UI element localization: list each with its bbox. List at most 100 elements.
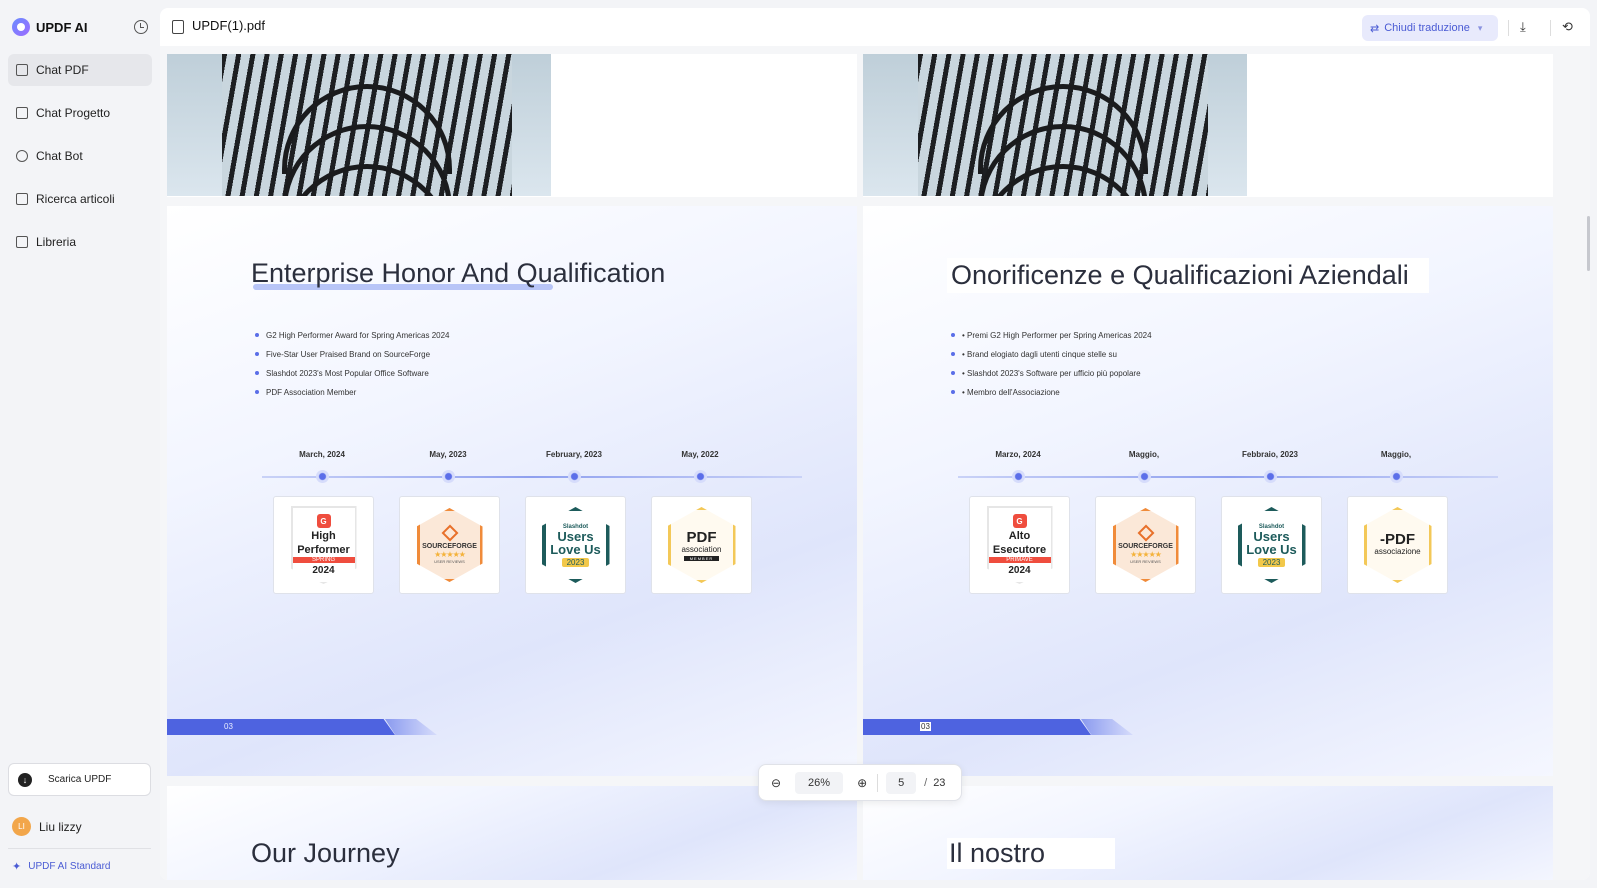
badge-text: Users <box>1253 528 1290 544</box>
plan-link[interactable]: ✦ UPDF AI Standard <box>12 860 110 873</box>
list-item: • Slashdot 2023's Software per ufficio p… <box>949 369 1152 388</box>
history-icon[interactable] <box>134 20 148 34</box>
slashdot-badge: Slashdot Users Love Us 2023 <box>1221 496 1322 594</box>
badge-text: associazione <box>1374 547 1421 556</box>
timeline-date: May, 2023 <box>429 450 467 459</box>
timeline-date: February, 2023 <box>546 450 602 459</box>
badge-text: association <box>681 544 722 554</box>
timeline-date: Marzo, 2024 <box>995 450 1041 459</box>
badge-text: Users <box>557 528 594 544</box>
badge-text: Esecutore <box>992 544 1047 556</box>
sidebar-item-chat-bot[interactable]: Chat Bot <box>8 140 152 172</box>
plan-label: UPDF AI Standard <box>28 861 111 872</box>
sparkle-icon: ✦ <box>12 861 22 873</box>
translate-label: Chiudi traduzione <box>1384 22 1470 34</box>
pdf-association-badge: -PDF associazione <box>1347 496 1448 594</box>
topbar: UPDF(1).pdf ⇄ Chiudi traduzione ▾ ⤓ ⟲ <box>160 8 1590 46</box>
page-title: Our Journey <box>251 838 400 868</box>
badge-text: High <box>311 530 336 542</box>
g2-logo-icon: G <box>316 514 331 528</box>
pdf-association-badge: PDF association MEMBER <box>651 496 752 594</box>
badge-text: -PDF <box>1380 531 1415 548</box>
page-total: 23 <box>933 776 946 789</box>
timeline-date: Febbraio, 2023 <box>1241 450 1299 459</box>
building-image <box>863 54 1247 196</box>
page-input[interactable]: 5 <box>886 771 917 794</box>
g2-badge: G High Performer SPRING 2024 <box>273 496 374 594</box>
chat-pdf-icon <box>16 64 28 76</box>
badge-text: 2024 <box>1008 565 1031 576</box>
sidebar-item-label: Chat Progetto <box>36 106 111 120</box>
badge-text: 2024 <box>312 565 335 576</box>
page-next-translated: Il nostro <box>863 786 1553 880</box>
pdf-file-icon <box>172 20 184 34</box>
timeline-dot <box>1138 470 1151 483</box>
sidebar-item-label: Chat Bot <box>36 149 83 163</box>
avatar: LI <box>12 817 31 836</box>
download-icon: ↓ <box>18 772 32 787</box>
divider <box>8 848 151 849</box>
timeline-dot <box>1390 470 1403 483</box>
list-item: G2 High Performer Award for Spring Ameri… <box>253 331 450 350</box>
page-title: Il nostro <box>947 838 1116 869</box>
timeline-dot <box>1264 470 1277 483</box>
page-separator: / <box>924 776 928 789</box>
download-label: Scarica UPDF <box>48 774 112 785</box>
footer-bar <box>863 719 1133 735</box>
slashdot-badge: Slashdot Users Love Us 2023 <box>525 496 626 594</box>
zoom-pager-bar: ⊖ 26% ⊕ 5 / 23 <box>758 764 962 801</box>
zoom-in-icon[interactable]: ⊕ <box>857 776 867 790</box>
user-profile[interactable]: LI Liu lizzy <box>12 817 82 836</box>
sidebar-item-chat-pdf[interactable]: Chat PDF <box>8 54 152 86</box>
footer-bar <box>167 719 437 735</box>
brand: UPDF AI <box>12 18 88 36</box>
timeline-dot <box>694 470 707 483</box>
sidebar-item-ricerca-articoli[interactable]: Ricerca articoli <box>8 183 152 215</box>
badge-text: 2023 <box>561 557 590 567</box>
sidebar-item-label: Libreria <box>36 235 77 249</box>
page-number: 03 <box>224 722 233 731</box>
sidebar-item-chat-progetto[interactable]: Chat Progetto <box>8 97 152 129</box>
badge-text: USER REVIEWS <box>1130 558 1161 564</box>
download-updf-button[interactable]: ↓ Scarica UPDF <box>8 763 151 796</box>
chat-icon[interactable]: ⟲ <box>1562 19 1573 35</box>
list-item: Five-Star User Praised Brand on SourceFo… <box>253 350 450 369</box>
timeline-dot <box>568 470 581 483</box>
page-original: Enterprise Honor And Qualification G2 Hi… <box>167 206 857 776</box>
bullet-list: • Premi G2 High Performer per Spring Ame… <box>949 331 1152 407</box>
library-icon <box>16 236 28 248</box>
badge-text: SPRING <box>292 557 355 563</box>
timeline-date: Maggio, <box>1380 450 1412 459</box>
close-translation-button[interactable]: ⇄ Chiudi traduzione ▾ <box>1362 15 1498 41</box>
search-document-icon <box>16 193 28 205</box>
brand-name: UPDF AI <box>36 19 88 35</box>
list-item: • Membro dell'Associazione <box>949 388 1152 407</box>
page-prev-original <box>167 54 857 197</box>
badge-text: Love Us <box>1246 541 1297 557</box>
list-item: Slashdot 2023's Most Popular Office Soft… <box>253 369 450 388</box>
sidebar-item-libreria[interactable]: Libreria <box>8 226 152 258</box>
main-panel: UPDF(1).pdf ⇄ Chiudi traduzione ▾ ⤓ ⟲ En… <box>160 8 1590 880</box>
badge-text: Love Us <box>550 541 601 557</box>
list-item: • Premi G2 High Performer per Spring Ame… <box>949 331 1152 350</box>
list-item: • Brand elogiato dagli utenti cinque ste… <box>949 350 1152 369</box>
document-viewer[interactable]: Enterprise Honor And Qualification G2 Hi… <box>160 46 1590 880</box>
bullet-list: G2 High Performer Award for Spring Ameri… <box>253 331 450 407</box>
sidebar-item-label: Ricerca articoli <box>36 192 115 206</box>
sidebar: UPDF AI Chat PDF Chat Progetto Chat Bot … <box>0 0 158 888</box>
page-number: 03 <box>920 722 931 731</box>
building-image <box>167 54 551 196</box>
user-name: Liu lizzy <box>39 819 82 834</box>
scrollbar[interactable] <box>1587 216 1590 271</box>
badge-text: MEMBER <box>683 555 720 561</box>
g2-badge: G Alto Esecutore PRIMAVE 2024 <box>969 496 1070 594</box>
badge-text: PRIMAVE <box>988 557 1051 563</box>
divider <box>1508 20 1509 36</box>
zoom-out-icon[interactable]: ⊖ <box>771 776 781 790</box>
g2-logo-icon: G <box>1012 514 1027 528</box>
list-item: PDF Association Member <box>253 388 450 407</box>
sourceforge-logo-icon <box>441 524 458 541</box>
download-icon[interactable]: ⤓ <box>1520 19 1526 35</box>
zoom-level[interactable]: 26% <box>795 771 844 794</box>
sourceforge-badge: SOURCEFORGE ★★★★★ USER REVIEWS <box>1095 496 1196 594</box>
